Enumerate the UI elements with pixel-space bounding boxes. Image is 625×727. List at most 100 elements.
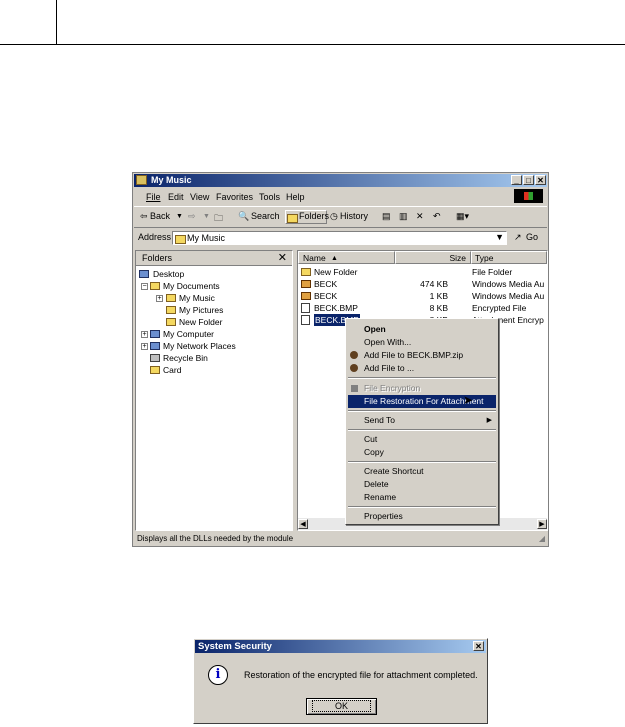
menu-tools[interactable]: Tools	[259, 192, 280, 202]
dialog-titlebar[interactable]: System Security ✕	[195, 640, 486, 653]
file-name: New Folder	[314, 267, 358, 277]
menu-item-copy[interactable]: Copy	[348, 446, 496, 459]
tree-item-my-music[interactable]: My Music	[179, 293, 215, 303]
go-button[interactable]: Go	[526, 232, 538, 242]
status-text: Displays all the DLLs needed by the modu…	[137, 534, 294, 543]
address-value: My Music	[187, 233, 225, 243]
history-button[interactable]: History	[340, 211, 368, 221]
collapse-icon[interactable]: −	[141, 283, 148, 290]
folders-pane: Folders ✕ Desktop − My Documents + My Mu…	[135, 250, 293, 531]
column-header-size[interactable]: Size	[395, 251, 471, 264]
zip-icon	[350, 351, 358, 359]
encrypted-file-icon	[301, 303, 310, 313]
close-button[interactable]: ✕	[535, 175, 546, 185]
file-row[interactable]: BECK 474 KB Windows Media Au	[298, 278, 547, 290]
column-header-name[interactable]: Name ▲	[298, 251, 395, 264]
window-titlebar[interactable]: My Music _ □ ✕	[134, 174, 547, 187]
menu-view[interactable]: View	[190, 192, 209, 202]
resize-grip-icon[interactable]: ◢	[539, 533, 545, 545]
window-title: My Music	[151, 175, 192, 185]
file-size: 1 KB	[429, 291, 448, 301]
menu-item-open[interactable]: Open	[348, 323, 496, 336]
go-arrow-icon: ↗	[514, 232, 522, 242]
search-button[interactable]: Search	[251, 211, 280, 221]
menu-item-file-encryption[interactable]: File Encryption	[348, 382, 496, 395]
delete-x-icon[interactable]: ✕	[416, 211, 424, 222]
folders-pane-title: Folders	[142, 253, 173, 263]
dialog-close-button[interactable]: ✕	[473, 641, 484, 651]
file-name: BECK	[314, 279, 338, 289]
scroll-right-icon[interactable]: ▶	[537, 519, 547, 529]
menu-item-add-file[interactable]: Add File to ...	[348, 362, 496, 375]
folders-button[interactable]: Folders	[299, 211, 329, 221]
dialog-title: System Security	[198, 641, 272, 652]
close-icon[interactable]: ✕	[278, 251, 287, 265]
copy-to-icon[interactable]: ▥	[399, 211, 408, 222]
computer-icon	[150, 330, 160, 338]
file-name: BECK	[314, 291, 338, 301]
file-row[interactable]: BECK.BMP 8 KB Encrypted File	[298, 302, 547, 314]
move-to-icon[interactable]: ▤	[382, 211, 391, 222]
forward-dropdown-icon[interactable]: ▼	[203, 213, 210, 220]
expand-icon[interactable]: +	[141, 343, 148, 350]
submenu-arrow-icon: ▶	[486, 417, 492, 424]
menu-edit[interactable]: Edit	[168, 192, 184, 202]
menu-item-rename[interactable]: Rename	[348, 491, 496, 504]
back-button[interactable]: Back	[150, 211, 170, 221]
scroll-left-icon[interactable]: ◀	[298, 519, 308, 529]
menu-item-delete[interactable]: Delete	[348, 478, 496, 491]
menu-separator	[348, 410, 496, 412]
column-header-type[interactable]: Type	[471, 251, 547, 264]
tree-item-new-folder[interactable]: New Folder	[179, 317, 222, 327]
ok-label: OK	[311, 700, 371, 712]
menu-item-cut[interactable]: Cut	[348, 433, 496, 446]
lock-icon	[351, 385, 358, 392]
tree-item-card[interactable]: Card	[163, 365, 181, 375]
attachment-file-icon	[301, 315, 310, 325]
tree-item-recycle-bin[interactable]: Recycle Bin	[163, 353, 208, 363]
file-size: 8 KB	[429, 303, 448, 313]
folder-icon	[136, 175, 147, 185]
undo-icon[interactable]: ↶	[433, 211, 441, 222]
back-dropdown-icon[interactable]: ▼	[176, 213, 183, 220]
file-row[interactable]: New Folder File Folder	[298, 266, 547, 278]
tree-item-my-pictures[interactable]: My Pictures	[179, 305, 223, 315]
menu-item-create-shortcut[interactable]: Create Shortcut	[348, 465, 496, 478]
file-row[interactable]: BECK 1 KB Windows Media Au	[298, 290, 547, 302]
file-type: File Folder	[472, 267, 513, 277]
address-bar: Address My Music ▼ ↗ Go	[134, 229, 547, 248]
menu-separator	[348, 506, 496, 508]
menu-item-add-to-zip[interactable]: Add File to BECK.BMP.zip	[348, 349, 496, 362]
chevron-down-icon[interactable]: ▼	[495, 232, 504, 242]
tree-item-my-computer[interactable]: My Computer	[163, 329, 214, 339]
menu-item-send-to[interactable]: Send To ▶	[348, 414, 496, 427]
expand-icon[interactable]: +	[156, 295, 163, 302]
folder-icon	[150, 366, 160, 374]
status-bar: Displays all the DLLs needed by the modu…	[135, 533, 548, 545]
file-type: Windows Media Au	[472, 291, 545, 301]
menu-item-properties[interactable]: Properties	[348, 510, 496, 523]
sort-ascending-icon: ▲	[331, 255, 338, 262]
menu-separator	[348, 429, 496, 431]
maximize-button[interactable]: □	[523, 175, 534, 185]
menu-file[interactable]: File	[146, 192, 161, 202]
expand-icon[interactable]: +	[141, 331, 148, 338]
folder-icon	[166, 294, 176, 302]
menu-help[interactable]: Help	[286, 192, 305, 202]
up-folder-icon[interactable]: 🗀	[214, 211, 223, 227]
file-type: Windows Media Au	[472, 279, 545, 289]
forward-button[interactable]: ⇨	[188, 211, 196, 222]
toolbar: ⇦ Back ▼ ⇨ ▼ 🗀 🔍 Search Folders ◷ Histor…	[134, 206, 547, 228]
menu-item-file-restoration[interactable]: File Restoration For Attachment	[348, 395, 496, 408]
menu-item-open-with[interactable]: Open With...	[348, 336, 496, 349]
tree-item-my-documents[interactable]: My Documents	[163, 281, 220, 291]
tree-item-my-network-places[interactable]: My Network Places	[163, 341, 236, 351]
minimize-button[interactable]: _	[511, 175, 522, 185]
folders-pane-header: Folders ✕	[136, 251, 292, 266]
ok-button[interactable]: OK	[306, 698, 377, 715]
views-icon[interactable]: ▦▾	[456, 211, 469, 222]
desktop-icon	[139, 270, 149, 278]
menu-favorites[interactable]: Favorites	[216, 192, 253, 202]
address-input[interactable]: My Music ▼	[172, 231, 507, 245]
tree-item-desktop[interactable]: Desktop	[153, 269, 184, 279]
